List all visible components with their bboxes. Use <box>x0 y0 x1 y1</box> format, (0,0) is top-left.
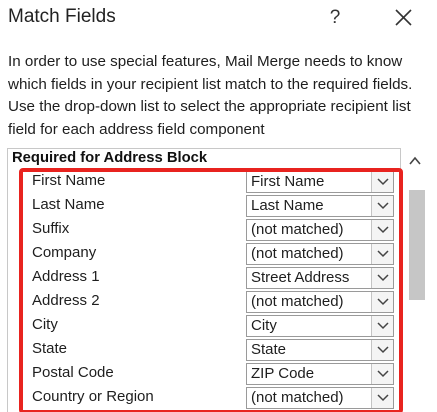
field-row: Last Name Last Name <box>23 194 403 218</box>
field-label: Last Name <box>32 196 105 213</box>
field-row: Address 2 (not matched) <box>23 290 403 314</box>
field-dropdown[interactable]: State <box>246 339 394 361</box>
field-dropdown[interactable]: ZIP Code <box>246 363 394 385</box>
field-dropdown-value: City <box>251 317 277 334</box>
group-title: Required for Address Block <box>12 150 208 166</box>
field-dropdown-value: (not matched) <box>251 293 344 310</box>
chevron-down-icon <box>377 226 389 234</box>
field-dropdown[interactable]: (not matched) <box>246 291 394 313</box>
field-row: City City <box>23 314 403 338</box>
field-label: State <box>32 340 68 357</box>
title-bar: Match Fields ? <box>0 0 437 36</box>
field-row: Country or Region (not matched) <box>23 386 403 410</box>
help-button[interactable]: ? <box>320 4 350 32</box>
field-dropdown[interactable]: Street Address <box>246 267 394 289</box>
dropdown-arrow-button[interactable] <box>371 292 393 312</box>
field-dropdown-value: ZIP Code <box>251 365 315 382</box>
field-label: First Name <box>32 172 106 189</box>
field-row: Suffix (not matched) <box>23 218 403 242</box>
field-label: City <box>32 316 58 333</box>
field-dropdown-value: Last Name <box>251 197 324 214</box>
field-row: Company (not matched) <box>23 242 403 266</box>
field-row: First Name First Name <box>23 170 403 194</box>
description-text: In order to use special features, Mail M… <box>8 53 413 138</box>
chevron-down-icon <box>377 298 389 306</box>
field-label: Address 1 <box>32 268 100 285</box>
dropdown-arrow-button[interactable] <box>371 172 393 192</box>
field-row: Address 1 Street Address <box>23 266 403 290</box>
field-label: Country or Region <box>32 388 154 405</box>
chevron-down-icon <box>377 274 389 282</box>
field-dropdown-value: State <box>251 341 287 358</box>
dropdown-arrow-button[interactable] <box>371 388 393 408</box>
scroll-up-button[interactable] <box>406 153 424 169</box>
field-label: Address 2 <box>32 292 100 309</box>
chevron-down-icon <box>377 346 389 354</box>
field-dropdown[interactable]: (not matched) <box>246 243 394 265</box>
chevron-down-icon <box>377 202 389 210</box>
dialog-title: Match Fields <box>8 6 116 27</box>
field-label: Postal Code <box>32 364 114 381</box>
chevron-down-icon <box>377 322 389 330</box>
dropdown-arrow-button[interactable] <box>371 220 393 240</box>
field-row: Postal Code ZIP Code <box>23 362 403 386</box>
chevron-down-icon <box>377 250 389 258</box>
field-dropdown-value: First Name <box>251 173 325 190</box>
field-label: Company <box>32 244 97 261</box>
chevron-down-icon <box>377 394 389 402</box>
field-row: State State <box>23 338 403 362</box>
chevron-up-icon <box>409 156 421 165</box>
chevron-down-icon <box>377 178 389 186</box>
field-dropdown[interactable]: First Name <box>246 171 394 193</box>
scrollbar-thumb[interactable] <box>409 190 425 300</box>
dropdown-arrow-button[interactable] <box>371 340 393 360</box>
close-button[interactable] <box>388 4 418 32</box>
close-icon <box>395 9 412 26</box>
field-label: Suffix <box>32 220 70 237</box>
dropdown-arrow-button[interactable] <box>371 364 393 384</box>
dropdown-arrow-button[interactable] <box>371 244 393 264</box>
dropdown-arrow-button[interactable] <box>371 316 393 336</box>
field-dropdown-value: Street Address <box>251 269 350 286</box>
dropdown-arrow-button[interactable] <box>371 268 393 288</box>
field-dropdown[interactable]: (not matched) <box>246 219 394 241</box>
field-dropdown-value: (not matched) <box>251 389 344 406</box>
field-dropdown[interactable]: Last Name <box>246 195 394 217</box>
field-dropdown-value: (not matched) <box>251 221 344 238</box>
field-dropdown[interactable]: (not matched) <box>246 387 394 409</box>
dropdown-arrow-button[interactable] <box>371 196 393 216</box>
chevron-down-icon <box>377 370 389 378</box>
field-dropdown[interactable]: City <box>246 315 394 337</box>
field-dropdown-value: (not matched) <box>251 245 344 262</box>
